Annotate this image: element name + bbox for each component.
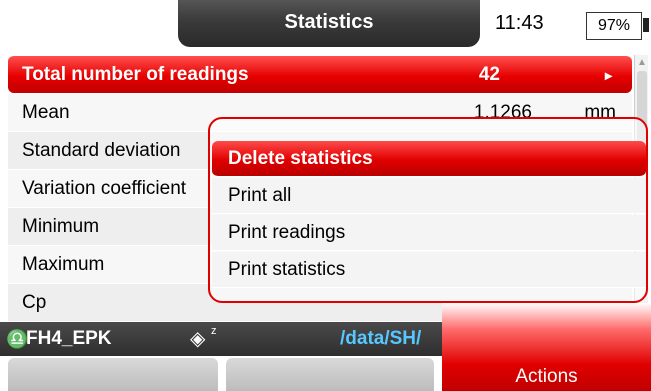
- stat-label: Total number of readings: [22, 64, 249, 85]
- stat-label: Minimum: [22, 216, 100, 237]
- stat-value: 42: [478, 64, 500, 85]
- menu-item-print-statistics[interactable]: Print statistics: [212, 252, 646, 288]
- data-path: /data/SH/: [340, 328, 422, 349]
- stat-label: Mean: [22, 102, 70, 123]
- actions-menu: Delete statistics Print all Print readin…: [208, 117, 648, 303]
- menu-item-print-readings[interactable]: Print readings: [212, 215, 646, 251]
- actions-softkey-label: Actions: [515, 366, 578, 387]
- target-z-superscript: z: [211, 325, 217, 337]
- clock: 11:43: [495, 12, 544, 34]
- stat-row-total-readings[interactable]: Total number of readings 42 ▸: [8, 55, 632, 93]
- softkey-1[interactable]: [8, 358, 218, 391]
- stat-label: Variation coefficient: [22, 178, 187, 199]
- page-title: Statistics: [178, 0, 480, 47]
- status-bar: Statistics 11:43 97%: [0, 0, 651, 48]
- chevron-right-icon: ▸: [604, 67, 612, 83]
- stat-label: Standard deviation: [22, 140, 181, 161]
- stat-label: Maximum: [22, 254, 105, 275]
- battery-icon: [643, 18, 649, 32]
- menu-item-print-all[interactable]: Print all: [212, 178, 646, 214]
- stat-label: Cp: [22, 292, 47, 313]
- menu-item-delete-statistics[interactable]: Delete statistics: [212, 141, 646, 177]
- scroll-up-icon[interactable]: ▲: [635, 57, 649, 68]
- probe-name: FH4_EPK: [26, 328, 112, 349]
- target-z-icon: ◈: [190, 328, 206, 350]
- battery-indicator: 97%: [586, 12, 642, 40]
- softkey-2[interactable]: [226, 358, 434, 391]
